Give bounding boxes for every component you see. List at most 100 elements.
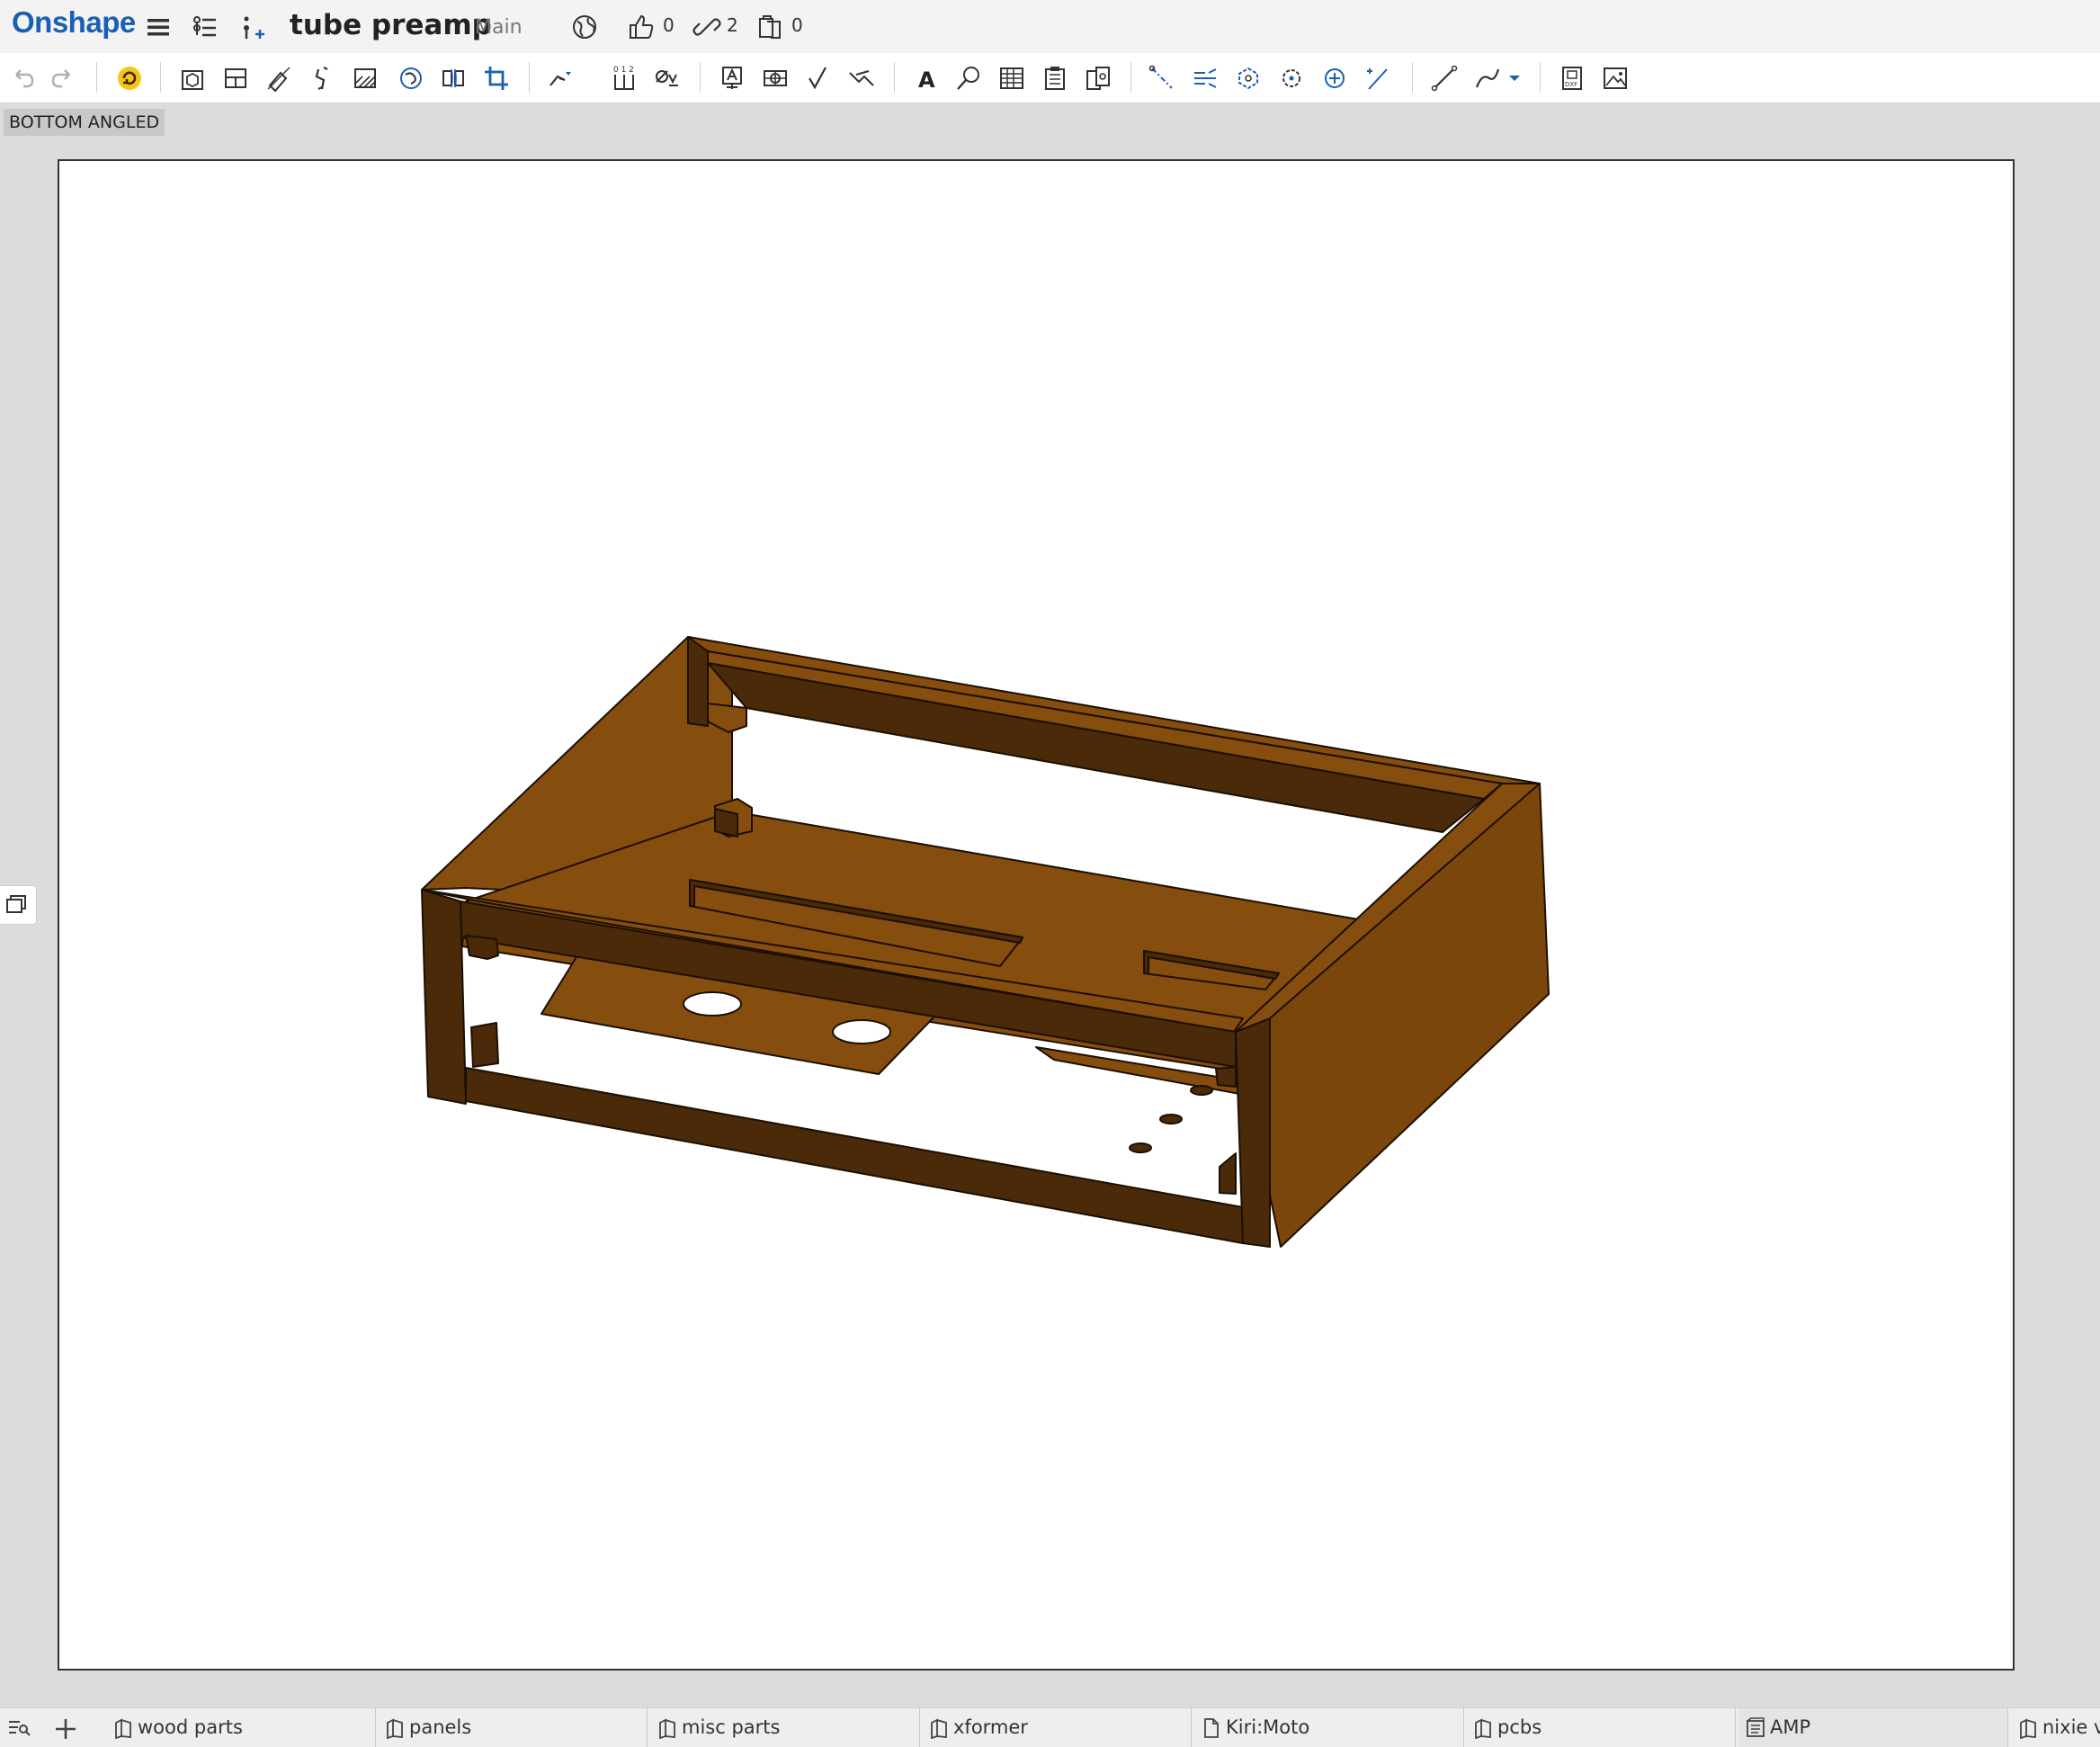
globe-icon[interactable]	[570, 13, 599, 41]
toolbar-divider	[1130, 62, 1131, 93]
block-left-lower	[470, 1022, 499, 1068]
tab-kiri-moto[interactable]: Kiri:Moto	[1194, 1708, 1464, 1747]
view-label[interactable]: BOTTOM ANGLED	[4, 109, 165, 136]
mount-hole-1	[1190, 1085, 1213, 1096]
svg-text:0 1 2: 0 1 2	[613, 66, 634, 75]
link-icon[interactable]	[693, 13, 721, 41]
ordinate-dimension-icon[interactable]: 0 1 2	[610, 64, 639, 93]
back-rail-upper	[707, 650, 1503, 800]
note-icon[interactable]	[718, 64, 746, 93]
spline-icon[interactable]	[1473, 64, 1502, 93]
toolbar-divider	[1540, 62, 1541, 93]
mount-hole-2	[1159, 1114, 1183, 1124]
workspace-name[interactable]: Main	[475, 16, 523, 39]
export-dxf-icon[interactable]: DXF	[1558, 64, 1586, 93]
part-studio-icon	[659, 1718, 675, 1739]
support-block-mid-face	[714, 808, 738, 838]
sheets-panel-toggle[interactable]	[0, 885, 37, 925]
leader-icon[interactable]	[1320, 64, 1349, 93]
insert-view-icon[interactable]	[178, 64, 207, 93]
redo-icon[interactable]	[49, 64, 78, 93]
tube-socket-hole-1	[683, 991, 742, 1017]
break-view-icon[interactable]	[439, 64, 468, 93]
tab-pcbs[interactable]: pcbs	[1466, 1708, 1736, 1747]
tab-label: misc parts	[682, 1716, 781, 1738]
right-end-panel	[1235, 783, 1550, 1248]
menu-icon[interactable]	[144, 13, 173, 41]
front-lower-rail	[465, 1067, 1244, 1244]
tab-misc-parts[interactable]: misc parts	[650, 1708, 920, 1747]
toolbar-divider	[1412, 62, 1413, 93]
drawing-sheet[interactable]	[58, 159, 2015, 1671]
tab-label: wood parts	[138, 1716, 243, 1738]
detail-view-icon[interactable]	[351, 64, 380, 93]
feature-list-icon[interactable]	[191, 13, 219, 41]
onshape-logo[interactable]: Onshape	[12, 5, 136, 40]
weld-symbol-icon[interactable]	[847, 64, 876, 93]
surface-finish-icon[interactable]	[804, 64, 833, 93]
toolbar-divider	[700, 62, 701, 93]
likes-count: 0	[663, 14, 675, 36]
chevron-down-icon[interactable]	[1506, 64, 1523, 93]
left-front-post	[421, 889, 467, 1105]
tab-label: xformer	[953, 1716, 1028, 1738]
hole-callout-icon[interactable]	[653, 64, 682, 93]
tab-label: Kiri:Moto	[1226, 1716, 1310, 1738]
crop-view-icon[interactable]	[482, 64, 511, 93]
block-right-upper	[1215, 1066, 1237, 1088]
centerline-icon[interactable]	[1148, 64, 1176, 93]
top-left-block	[687, 636, 709, 727]
part-studio-icon	[931, 1718, 947, 1739]
undo-icon[interactable]	[7, 64, 36, 93]
mount-hole-3	[1129, 1142, 1152, 1153]
insert-icon[interactable]	[237, 13, 266, 41]
document-title[interactable]: tube preamp	[290, 9, 492, 41]
point-icon[interactable]	[1277, 64, 1306, 93]
tab-label: pcbs	[1497, 1716, 1542, 1738]
drawing-toolbar: 0 1 2 A DXF	[0, 53, 2100, 103]
drawing-icon	[1747, 1717, 1765, 1737]
tab-panels[interactable]: panels	[378, 1708, 648, 1747]
circular-centerline-icon[interactable]	[1234, 64, 1263, 93]
header-bar: Onshape tube preamp Main 0 2 0	[0, 0, 2100, 53]
table-icon[interactable]	[997, 64, 1026, 93]
datum-icon[interactable]	[761, 64, 790, 93]
copies-count: 0	[791, 14, 803, 36]
section-view-icon[interactable]	[309, 64, 338, 93]
back-rail-face	[707, 662, 1485, 833]
tab-wood-parts[interactable]: wood parts	[106, 1708, 376, 1747]
chassis-drawing-view[interactable]	[59, 161, 2013, 1669]
part-studio-icon	[2020, 1718, 2036, 1739]
tab-label: AMP	[1770, 1716, 1811, 1738]
update-icon[interactable]	[115, 64, 144, 93]
block-right-lower	[1219, 1152, 1237, 1195]
tab-xformer[interactable]: xformer	[922, 1708, 1192, 1747]
center-mark-icon[interactable]	[1191, 64, 1220, 93]
copies-icon[interactable]	[755, 13, 784, 41]
links-count: 2	[727, 14, 738, 36]
tab-label: panels	[409, 1716, 472, 1738]
angled-centerline-icon[interactable]	[1363, 64, 1392, 93]
broken-out-section-icon[interactable]	[397, 64, 425, 93]
toolbar-divider	[529, 62, 530, 93]
toolbar-divider	[894, 62, 895, 93]
line-icon[interactable]	[1430, 64, 1459, 93]
callout-icon[interactable]	[954, 64, 983, 93]
svg-text:DXF: DXF	[1565, 81, 1577, 88]
tab-manager-icon[interactable]	[7, 1719, 31, 1737]
like-icon[interactable]	[627, 13, 656, 41]
text-icon[interactable]: A	[911, 64, 940, 93]
part-studio-icon	[115, 1718, 131, 1739]
dimension-icon[interactable]	[547, 64, 576, 93]
projected-view-icon[interactable]	[221, 64, 250, 93]
export-image-icon[interactable]	[1601, 64, 1630, 93]
bom-icon[interactable]	[1041, 64, 1069, 93]
tab-nixie[interactable]: nixie v	[2011, 1708, 2100, 1747]
document-icon	[1204, 1718, 1219, 1738]
add-tab-icon[interactable]	[54, 1717, 77, 1741]
hole-table-icon[interactable]	[1084, 64, 1113, 93]
sheets-icon	[6, 895, 26, 913]
auxiliary-view-icon[interactable]	[264, 64, 293, 93]
tab-label: nixie v	[2042, 1716, 2100, 1738]
tab-amp[interactable]: AMP	[1738, 1708, 2008, 1747]
